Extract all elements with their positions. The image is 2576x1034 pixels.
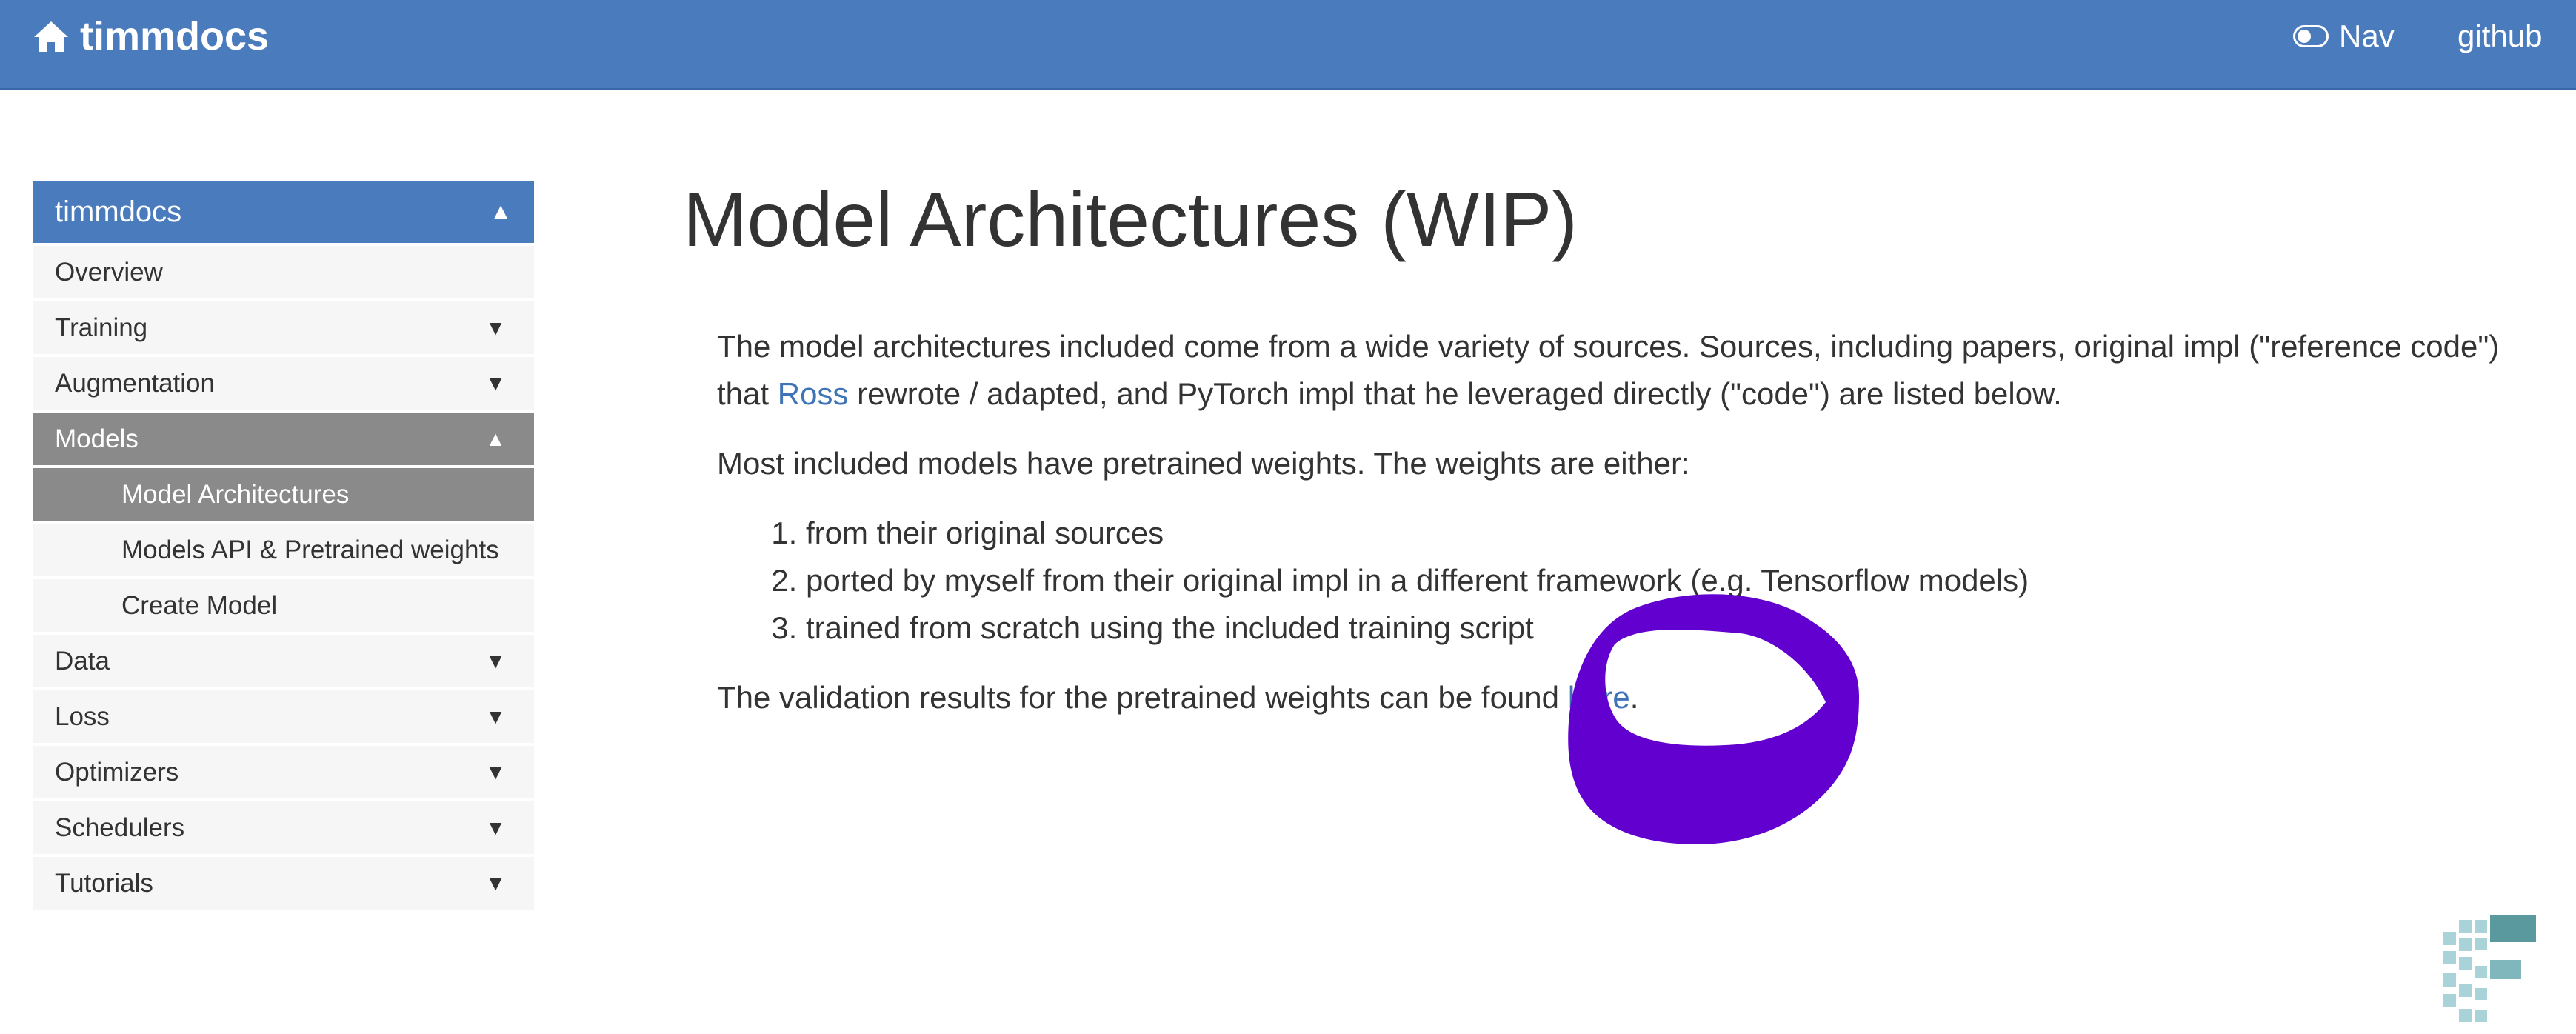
sidebar-item-label: Data bbox=[55, 646, 110, 676]
github-link[interactable]: github bbox=[2457, 10, 2542, 62]
sidebar-item-model-architectures[interactable]: Model Architectures bbox=[33, 468, 534, 521]
top-navbar: timmdocs Nav github bbox=[0, 0, 2576, 90]
sidebar-item-label: Augmentation bbox=[55, 368, 215, 398]
sidebar-item-label: Tutorials bbox=[55, 868, 153, 898]
caret-down-icon: ▼ bbox=[485, 649, 506, 673]
sidebar: timmdocs ▲ Overview Training ▼ Augmentat… bbox=[33, 181, 534, 910]
caret-up-icon: ▲ bbox=[485, 427, 506, 450]
caret-down-icon: ▼ bbox=[485, 760, 506, 784]
ross-link[interactable]: Ross bbox=[778, 376, 849, 411]
home-icon bbox=[34, 21, 68, 52]
caret-down-icon: ▼ bbox=[485, 704, 506, 728]
brand-label: timmdocs bbox=[80, 14, 270, 59]
caret-up-icon: ▲ bbox=[490, 199, 512, 224]
caret-down-icon: ▼ bbox=[485, 871, 506, 895]
list-item: trained from scratch using the included … bbox=[806, 604, 2539, 652]
validation-period: . bbox=[1629, 680, 1639, 715]
sidebar-item-label: Model Architectures bbox=[121, 479, 350, 509]
validation-text: The validation results for the pretraine… bbox=[717, 680, 1568, 715]
list-item: ported by myself from their original imp… bbox=[806, 557, 2539, 604]
sidebar-item-label: Loss bbox=[55, 701, 110, 731]
main-content: The model architectures included come fr… bbox=[717, 323, 2539, 744]
caret-down-icon: ▼ bbox=[485, 316, 506, 339]
sidebar-item-augmentation[interactable]: Augmentation ▼ bbox=[33, 357, 534, 410]
sidebar-item-label: Schedulers bbox=[55, 813, 185, 842]
nav-toggle[interactable]: Nav bbox=[2293, 10, 2395, 62]
intro-text-end: rewrote / adapted, and PyTorch impl that… bbox=[848, 376, 2062, 411]
sidebar-item-create-model[interactable]: Create Model bbox=[33, 579, 534, 632]
sidebar-item-data[interactable]: Data ▼ bbox=[33, 635, 534, 687]
pixel-logo-icon bbox=[2443, 915, 2536, 1022]
nav-toggle-label: Nav bbox=[2339, 19, 2395, 53]
sidebar-item-label: Models bbox=[55, 424, 139, 453]
sidebar-item-models-api[interactable]: Models API & Pretrained weights bbox=[33, 524, 534, 576]
list-item: from their original sources bbox=[806, 510, 2539, 557]
weights-paragraph: Most included models have pretrained wei… bbox=[717, 446, 1690, 481]
sidebar-item-label: Training bbox=[55, 313, 148, 342]
validation-paragraph: The validation results for the pretraine… bbox=[717, 674, 2539, 721]
sidebar-item-label: Overview bbox=[55, 257, 163, 287]
sidebar-item-label: Create Model bbox=[121, 590, 278, 620]
sidebar-item-optimizers[interactable]: Optimizers ▼ bbox=[33, 746, 534, 798]
sidebar-item-schedulers[interactable]: Schedulers ▼ bbox=[33, 801, 534, 854]
sidebar-item-label: Optimizers bbox=[55, 757, 179, 787]
sidebar-item-models[interactable]: Models ▲ bbox=[33, 413, 534, 465]
sidebar-item-overview[interactable]: Overview bbox=[33, 246, 534, 298]
caret-down-icon: ▼ bbox=[485, 815, 506, 839]
sidebar-item-label: Models API & Pretrained weights bbox=[121, 535, 499, 564]
intro-paragraph: The model architectures included come fr… bbox=[717, 323, 2539, 418]
sidebar-header-label: timmdocs bbox=[55, 195, 182, 228]
sidebar-item-loss[interactable]: Loss ▼ bbox=[33, 690, 534, 743]
weights-list: from their original sources ported by my… bbox=[717, 510, 2539, 652]
toggle-icon bbox=[2293, 25, 2329, 47]
page-title: Model Architectures (WIP) bbox=[683, 177, 1578, 263]
here-link[interactable]: here bbox=[1568, 680, 1630, 715]
brand-link[interactable]: timmdocs bbox=[33, 10, 269, 62]
caret-down-icon: ▼ bbox=[485, 371, 506, 395]
sidebar-item-tutorials[interactable]: Tutorials ▼ bbox=[33, 857, 534, 910]
sidebar-header[interactable]: timmdocs ▲ bbox=[33, 181, 534, 243]
sidebar-item-training[interactable]: Training ▼ bbox=[33, 301, 534, 354]
